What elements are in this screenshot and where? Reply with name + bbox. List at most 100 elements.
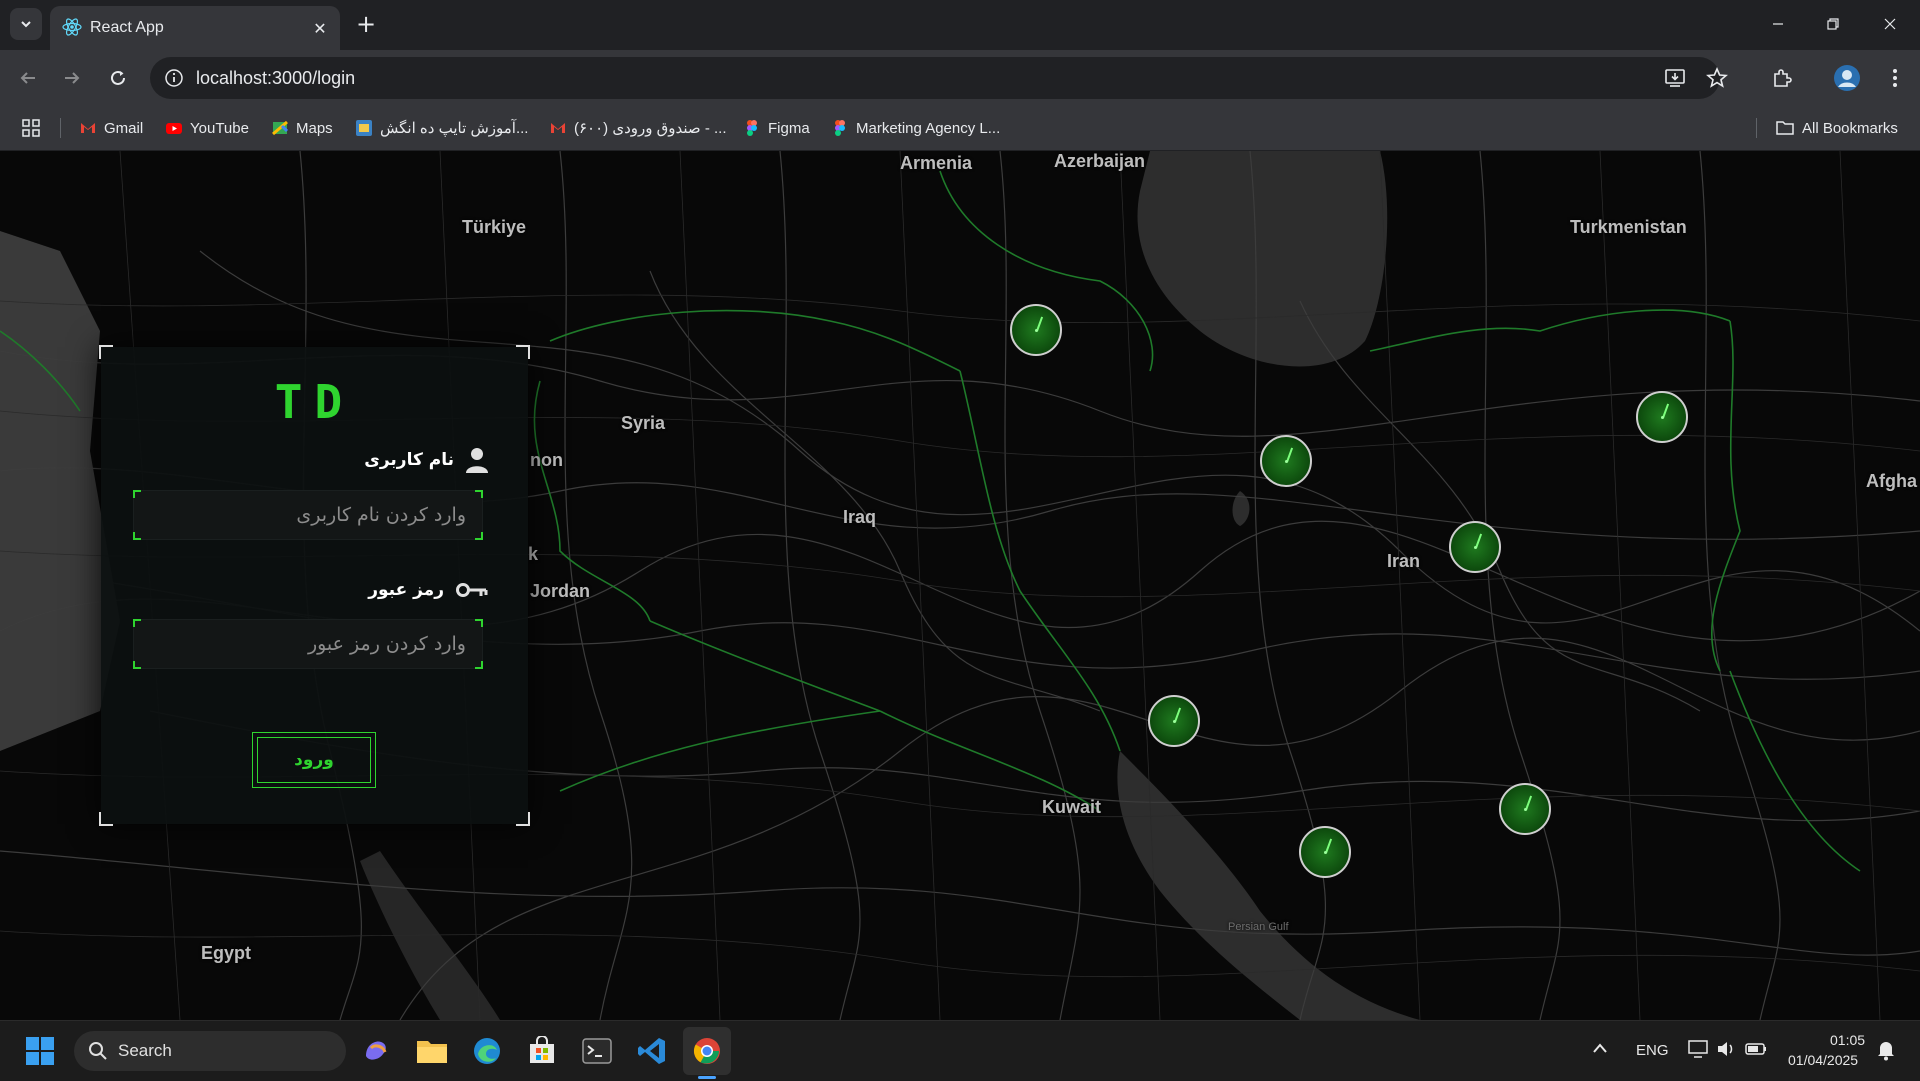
map-label: Persian Gulf	[1228, 921, 1289, 933]
battery-icon[interactable]	[1745, 1041, 1767, 1061]
browser-toolbar: localhost:3000/login	[0, 50, 1920, 106]
apps-grid-icon[interactable]	[22, 117, 40, 139]
card-corner	[99, 345, 113, 359]
microsoft-store-icon[interactable]	[518, 1027, 566, 1075]
user-icon	[466, 448, 488, 473]
map-label: Afgha	[1866, 471, 1917, 491]
card-corner	[99, 812, 113, 826]
copilot-icon[interactable]	[352, 1027, 400, 1075]
clock-date[interactable]: 01/04/2025	[1788, 1052, 1858, 1068]
map-label: Iraq	[843, 507, 877, 527]
login-button[interactable]: ورود	[252, 732, 376, 788]
tray-overflow-icon[interactable]	[1592, 1041, 1608, 1058]
gmail-icon	[551, 123, 565, 133]
radar-marker[interactable]	[1636, 391, 1688, 443]
username-input[interactable]	[134, 491, 482, 539]
close-tab-icon[interactable]: ✕	[308, 16, 332, 40]
bookmark-figma[interactable]: Figma	[744, 117, 810, 139]
bookmark-maps[interactable]: Maps	[272, 117, 333, 139]
notification-bell-icon[interactable]	[1876, 1039, 1896, 1065]
file-explorer-icon[interactable]	[408, 1027, 456, 1075]
react-logo-icon	[62, 18, 82, 36]
url-text: localhost:3000/login	[196, 68, 356, 88]
language-indicator[interactable]: ENG	[1636, 1042, 1669, 1059]
radar-marker[interactable]	[1299, 826, 1351, 878]
clock-time[interactable]: 01:05	[1830, 1032, 1865, 1048]
figma-icon	[835, 120, 845, 136]
browser-tab-strip: React App ✕ +	[0, 0, 1920, 50]
all-bookmarks-label: All Bookmarks	[1802, 119, 1898, 137]
bookmark-marketing-agency[interactable]: Marketing Agency L...	[832, 117, 1000, 139]
search-placeholder: Search	[118, 1041, 172, 1060]
terminal-icon[interactable]	[573, 1027, 621, 1075]
address-bar[interactable]: localhost:3000/login	[150, 57, 1728, 99]
browser-tab-active[interactable]: React App ✕	[50, 6, 340, 50]
bookmarks-bar: Gmail YouTube Maps آموزش تایپ ده انگش...…	[0, 106, 1920, 151]
edge-browser-icon[interactable]	[463, 1027, 511, 1075]
maps-icon	[272, 120, 288, 136]
new-tab-button[interactable]: +	[352, 10, 380, 38]
tab-search-button[interactable]	[10, 8, 42, 40]
radar-marker[interactable]	[1010, 304, 1062, 356]
youtube-icon	[166, 123, 182, 134]
card-corner	[516, 812, 530, 826]
profile-avatar[interactable]	[1832, 63, 1862, 93]
map-label: k	[528, 544, 539, 564]
minimize-window-icon[interactable]	[1758, 8, 1798, 40]
bookmark-label: آموزش تایپ ده انگش...	[380, 120, 529, 137]
forward-arrow-icon[interactable]	[56, 62, 88, 94]
volume-icon[interactable]	[1716, 1040, 1736, 1062]
radar-marker[interactable]	[1449, 521, 1501, 573]
persian-gulf	[1117, 751, 1420, 1020]
radar-marker[interactable]	[1499, 783, 1551, 835]
radar-marker[interactable]	[1260, 435, 1312, 487]
card-corner	[516, 345, 530, 359]
radar-marker[interactable]	[1148, 695, 1200, 747]
restore-window-icon[interactable]	[1813, 8, 1853, 40]
map-label: Turkmenistan	[1570, 217, 1687, 237]
windows-start-icon[interactable]	[16, 1027, 64, 1075]
site-info-icon[interactable]	[164, 68, 184, 88]
map-label: Iran	[1387, 551, 1421, 571]
typing-site-icon	[356, 120, 372, 136]
folder-icon	[1776, 121, 1794, 135]
more-menu-icon[interactable]	[1880, 63, 1910, 93]
bookmark-label: Maps	[296, 119, 333, 137]
bookmark-label: Figma	[768, 119, 810, 137]
chrome-icon[interactable]	[683, 1027, 731, 1075]
bookmark-typing[interactable]: آموزش تایپ ده انگش...	[356, 117, 528, 139]
install-app-icon[interactable]	[1660, 63, 1690, 93]
map-label: Kuwait	[1042, 797, 1102, 817]
bookmarks-divider	[60, 118, 61, 138]
search-icon	[89, 1042, 107, 1060]
map-label: Jordan	[530, 581, 591, 601]
bookmark-label: Marketing Agency L...	[856, 119, 1001, 137]
map-label: Egypt	[201, 943, 252, 963]
password-label-text: رمز عبور	[368, 580, 444, 600]
gmail-icon	[81, 123, 95, 133]
password-input[interactable]	[134, 620, 482, 668]
all-bookmarks-button[interactable]: All Bookmarks	[1776, 117, 1898, 139]
map-label: Azerbaijan	[1054, 151, 1146, 171]
bookmark-label: YouTube	[190, 119, 249, 137]
map-label: Türkiye	[462, 217, 527, 237]
app-logo: TD	[274, 375, 355, 429]
back-arrow-icon[interactable]	[12, 62, 44, 94]
bookmark-gmail-inbox[interactable]: صندوق ورودی (۶۰۰) - ...	[550, 117, 727, 139]
bookmarks-divider	[1756, 118, 1757, 138]
bookmark-gmail[interactable]: Gmail	[80, 117, 143, 139]
bookmark-star-icon[interactable]	[1702, 63, 1732, 93]
username-label: نام کاربری	[364, 447, 488, 473]
network-icon[interactable]	[1688, 1040, 1708, 1062]
tab-title: React App	[90, 19, 164, 36]
figma-icon	[747, 120, 757, 136]
password-field[interactable]	[133, 619, 483, 669]
username-field[interactable]	[133, 490, 483, 540]
vscode-icon[interactable]	[628, 1027, 676, 1075]
close-window-icon[interactable]	[1870, 8, 1910, 40]
bookmark-youtube[interactable]: YouTube	[166, 117, 249, 139]
extensions-puzzle-icon[interactable]	[1767, 63, 1797, 93]
taskbar-search[interactable]: Search	[74, 1031, 346, 1071]
reload-icon[interactable]	[102, 62, 134, 94]
bookmark-label: صندوق ورودی (۶۰۰) - ...	[574, 120, 727, 137]
